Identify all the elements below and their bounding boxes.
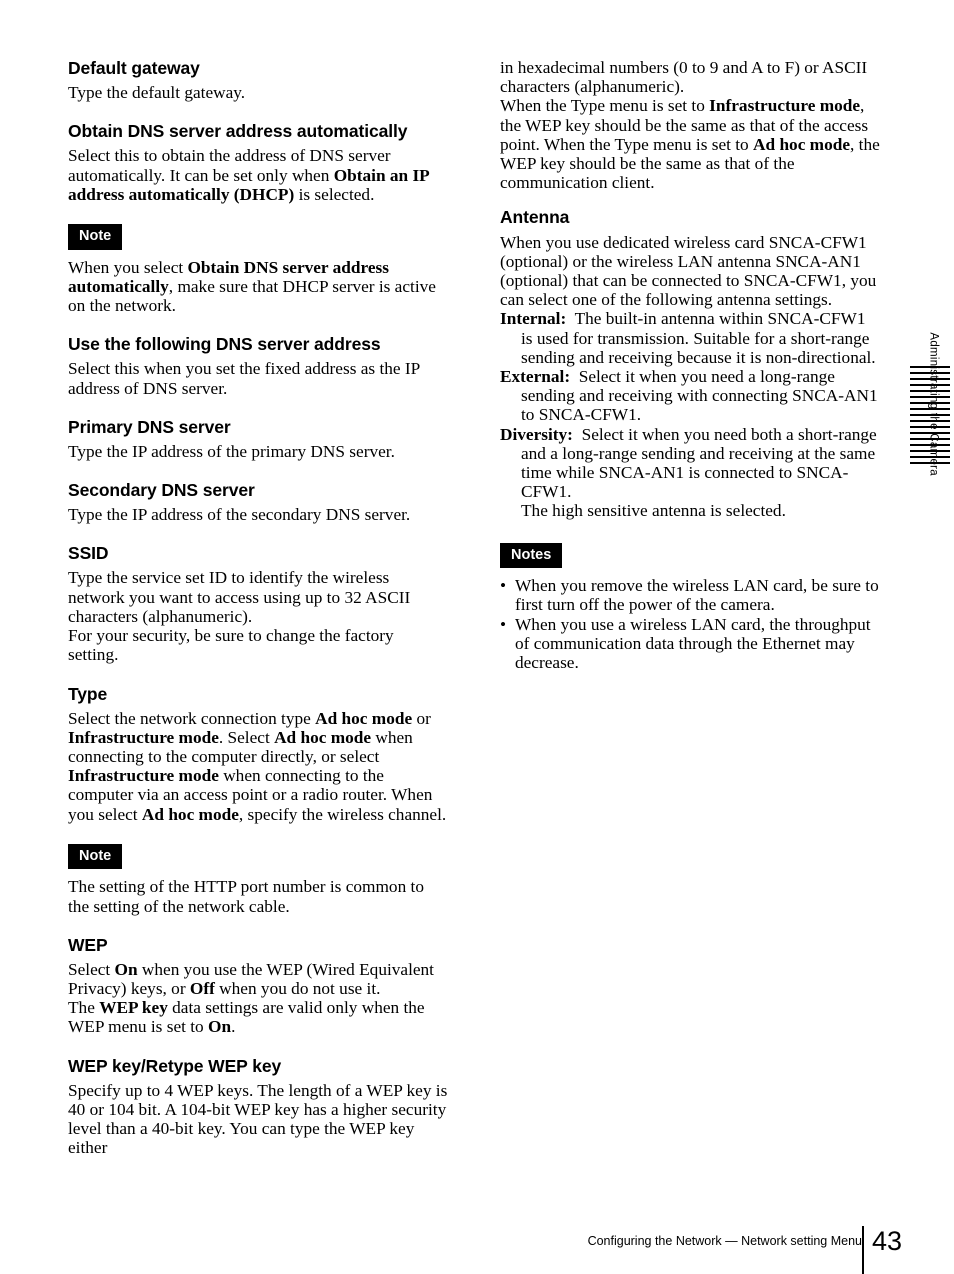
section-ssid: SSID Type the service set ID to identify… <box>68 543 448 664</box>
two-column-body: Default gateway Type the default gateway… <box>68 58 880 1158</box>
document-page: Default gateway Type the default gateway… <box>0 0 954 1274</box>
running-head: Configuring the Network — Network settin… <box>587 1234 862 1248</box>
antenna-setting-diversity-extra: The high sensitive antenna is selected. <box>521 501 786 521</box>
paragraph: Specify up to 4 WEP keys. The length of … <box>68 1080 448 1158</box>
bullet-glyph: • <box>500 614 507 634</box>
notes-box: Notes • When you remove the wireless LAN … <box>500 542 880 673</box>
heading-secondary-dns-server: Secondary DNS server <box>68 480 255 501</box>
section-use-following-dns: Use the following DNS server address Sel… <box>68 334 448 398</box>
note-text: When you select Obtain DNS server addres… <box>68 257 436 315</box>
note-badge: Note <box>68 843 123 870</box>
antenna-setting-internal: Internal: The built-in antenna within SN… <box>500 309 880 367</box>
paragraph: When you use dedicated wireless card SNC… <box>500 232 877 310</box>
note-badge: Note <box>68 224 123 250</box>
paragraph: Type the service set ID to identify the … <box>68 568 411 626</box>
page-number: 43 <box>872 1226 903 1256</box>
heading-wep-key-retype: WEP key/Retype WEP key <box>68 1055 282 1076</box>
paragraph: Type the default gateway. <box>68 83 246 103</box>
section-wep-key-retype: WEP key/Retype WEP key Specify up to 4 W… <box>68 1056 448 1158</box>
heading-antenna: Antenna <box>500 207 570 228</box>
section-wep: WEP Select On when you use the WEP (Wire… <box>68 935 448 1037</box>
antenna-setting-term: Diversity: <box>500 424 573 444</box>
paragraph: Type the IP address of the primary DNS s… <box>68 441 395 461</box>
heading-use-following-dns: Use the following DNS server address <box>68 334 381 355</box>
section-secondary-dns-server: Secondary DNS server Type the IP address… <box>68 480 448 524</box>
antenna-setting-diversity: Diversity: Select it when you need both … <box>500 425 880 502</box>
paragraph: The WEP key data settings are valid only… <box>68 998 425 1037</box>
paragraph: Type the IP address of the secondary DNS… <box>68 505 411 525</box>
heading-type: Type <box>68 683 108 704</box>
paragraph: Select On when you use the WEP (Wired Eq… <box>68 959 434 999</box>
note-box: Note The setting of the HTTP port number… <box>68 843 448 916</box>
notes-badge: Notes <box>500 542 563 569</box>
note-text: The setting of the HTTP port number is c… <box>68 877 424 916</box>
section-type: Type Select the network connection type … <box>68 684 448 916</box>
thumb-index-tab: Administrating the Camera <box>910 332 950 636</box>
bullet-glyph: • <box>500 576 507 596</box>
list-item-text: When you remove the wireless LAN card, b… <box>515 576 879 615</box>
heading-primary-dns-server: Primary DNS server <box>68 416 231 437</box>
page-footer: Configuring the Network — Network settin… <box>0 1226 954 1274</box>
heading-wep: WEP <box>68 934 108 955</box>
section-antenna: Antenna When you use dedicated wireless … <box>500 207 880 520</box>
paragraph: For your security, be sure to change the… <box>68 626 394 665</box>
paragraph: Select this when you set the fixed addre… <box>68 359 420 398</box>
list-item-text: When you use a wireless LAN card, the th… <box>515 614 871 672</box>
section-obtain-dns-automatically: Obtain DNS server address automatically … <box>68 121 448 315</box>
antenna-setting-description: The built-in antenna within SNCA-CFW1 is… <box>521 309 876 367</box>
left-column: Default gateway Type the default gateway… <box>68 58 448 1158</box>
paragraph: When the Type menu is set to Infrastruct… <box>500 96 880 193</box>
right-column: in hexadecimal numbers (0 to 9 and A to … <box>500 58 880 672</box>
antenna-setting-list: Internal: The built-in antenna within SN… <box>500 309 880 520</box>
thumb-index-label: Administrating the Camera <box>928 332 940 476</box>
section-default-gateway: Default gateway Type the default gateway… <box>68 58 448 102</box>
heading-obtain-dns-automatically: Obtain DNS server address automatically <box>68 121 408 142</box>
footer-divider <box>862 1226 864 1274</box>
antenna-setting-term: Internal: <box>500 309 567 329</box>
paragraph: in hexadecimal numbers (0 to 9 and A to … <box>500 58 868 97</box>
list-item: • When you remove the wireless LAN card, … <box>500 576 880 614</box>
antenna-setting-term: External: <box>500 366 571 386</box>
list-item: • When you use a wireless LAN card, the t… <box>500 615 880 673</box>
antenna-setting-external: External: Select it when you need a long… <box>500 367 880 425</box>
paragraph: Select the network connection type Ad ho… <box>68 708 447 824</box>
note-box: Note When you select Obtain DNS server a… <box>68 224 448 315</box>
notes-list: • When you remove the wireless LAN card, … <box>500 576 880 672</box>
heading-ssid: SSID <box>68 543 109 564</box>
section-wep-key-continuation: in hexadecimal numbers (0 to 9 and A to … <box>500 58 880 192</box>
paragraph: Select this to obtain the address of DNS… <box>68 146 429 204</box>
heading-default-gateway: Default gateway <box>68 58 200 78</box>
section-primary-dns-server: Primary DNS server Type the IP address o… <box>68 417 448 461</box>
